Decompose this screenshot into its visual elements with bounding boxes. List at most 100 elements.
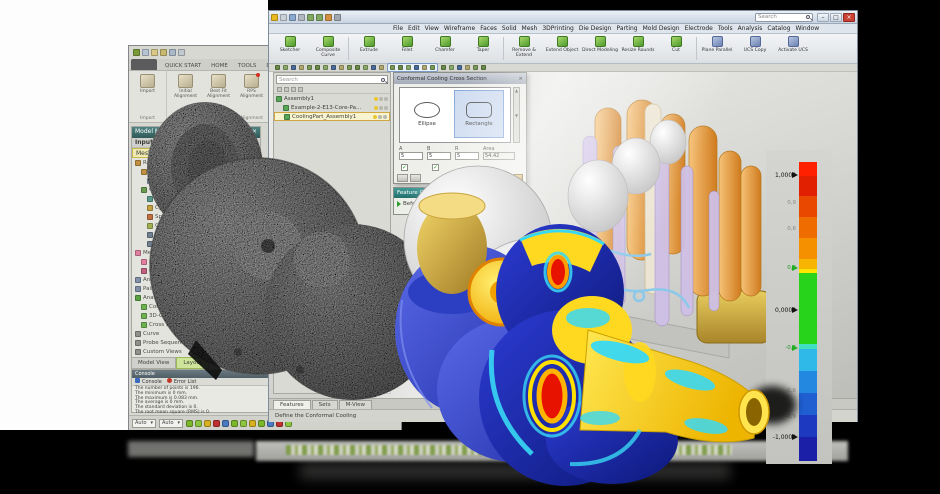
collapse-icon[interactable] — [291, 87, 296, 92]
field-input-r[interactable]: 5 — [455, 152, 479, 160]
assembly-search-input[interactable]: Search — [276, 75, 388, 84]
redo-icon[interactable] — [169, 49, 176, 56]
tree-item-analysis[interactable]: Analysis — [132, 293, 260, 302]
tool-icon-24[interactable] — [473, 65, 478, 70]
tool-icon-19[interactable] — [430, 65, 435, 70]
menu-electrode[interactable]: Electrode — [685, 25, 713, 32]
save-icon[interactable] — [142, 49, 149, 56]
status-icon-1[interactable] — [195, 420, 202, 427]
tool-icon-21[interactable] — [449, 65, 454, 70]
close-button[interactable]: × — [843, 13, 855, 22]
status-icon-4[interactable] — [222, 420, 229, 427]
tool-icon-3[interactable] — [299, 65, 304, 70]
ribbon-button-sketcher[interactable]: Sketcher — [271, 35, 309, 62]
print-icon[interactable] — [298, 14, 305, 21]
tab-mview[interactable]: M-View — [339, 400, 372, 409]
ribbon-button-fillet[interactable]: Fillet — [388, 35, 426, 62]
tree-item-pairing[interactable]: Pairing — [132, 284, 260, 293]
refresh-icon[interactable] — [325, 14, 332, 21]
menu-parting[interactable]: Parting — [616, 25, 637, 32]
new-icon[interactable] — [280, 14, 287, 21]
tree-item-sphere1[interactable]: Sphere1 — [132, 212, 260, 221]
dialog-close-icon[interactable]: × — [518, 76, 523, 82]
tree-item-curve[interactable]: Curve — [132, 329, 260, 338]
tree-item-mesh[interactable]: Mesh — [132, 257, 260, 266]
tree-item-angle[interactable]: Angle — [132, 275, 260, 284]
ribbon-button-import[interactable]: Import — [131, 73, 164, 115]
tab-features[interactable]: Features — [273, 400, 311, 409]
ribbon-button-best-fit-alignment[interactable]: Best Fit Alignment — [202, 73, 235, 115]
field-input-b[interactable]: 5 — [427, 152, 451, 160]
tree-item-reference-data[interactable]: Reference Data — [132, 167, 260, 176]
tree-item-color-map[interactable]: Color Map — [132, 302, 260, 311]
dialog-scrollbar[interactable]: ▲▼ — [513, 87, 520, 143]
filter-icon[interactable] — [277, 87, 282, 92]
tool-icon-17[interactable] — [414, 65, 419, 70]
tab-sets[interactable]: Sets — [312, 400, 338, 409]
exit-button[interactable] — [514, 174, 523, 182]
undo-icon[interactable] — [160, 49, 167, 56]
tool-icon-1[interactable] — [283, 65, 288, 70]
tool-icon-20[interactable] — [441, 65, 446, 70]
tree-item-cone1[interactable]: Cone1 — [132, 221, 260, 230]
tool-icon-2[interactable] — [291, 65, 296, 70]
ribbon-button-direct-modeling[interactable]: Direct Modeling — [581, 35, 619, 62]
menu-wireframe[interactable]: Wireframe — [444, 25, 475, 32]
error-list-tab[interactable]: Error List — [167, 378, 197, 385]
tool-icon-22[interactable] — [457, 65, 462, 70]
tree-item-constructed-geometry[interactable]: Constructed Geometry — [132, 185, 260, 194]
tool-icon-15[interactable] — [398, 65, 403, 70]
field-input-a[interactable]: 5 — [399, 152, 423, 160]
menu-catalog[interactable]: Catalog — [767, 25, 790, 32]
home-icon[interactable] — [271, 14, 278, 21]
settings-icon[interactable] — [334, 14, 341, 21]
ok-button[interactable]: ✓ — [495, 174, 502, 183]
tree-item-cross-section[interactable]: Cross Section — [132, 320, 260, 329]
redo-icon[interactable] — [316, 14, 323, 21]
minimize-button[interactable]: – — [817, 13, 829, 22]
tool-icon-0[interactable] — [275, 65, 280, 70]
ribbon-button-rps-alignment[interactable]: RPS Alignment — [235, 73, 268, 115]
settings-icon[interactable] — [178, 49, 185, 56]
status-icon-0[interactable] — [186, 420, 193, 427]
ribbon-button-chamfer[interactable]: Chamfer — [426, 35, 464, 62]
tool-icon-10[interactable] — [355, 65, 360, 70]
ribbon-button-extend-object[interactable]: Extend Object — [543, 35, 581, 62]
app-logo-icon[interactable] — [133, 49, 140, 56]
menu-view[interactable]: View — [425, 25, 439, 32]
tool-icon-25[interactable] — [481, 65, 486, 70]
tree-item-cylinder1[interactable]: Cylinder1 — [132, 203, 260, 212]
ribbon-button-ucs-copy[interactable]: UCS Copy — [736, 35, 774, 62]
ribbon-button-activate-ucs[interactable]: Activate UCS — [774, 35, 812, 62]
menu-analysis[interactable]: Analysis — [738, 25, 763, 32]
tree-item-design[interactable]: design — [132, 176, 260, 185]
ribbon-button-resize-rounds[interactable]: Resize Rounds — [619, 35, 657, 62]
console-tab[interactable]: Console — [135, 378, 162, 385]
view-tab-model-view[interactable]: Model View — [131, 357, 176, 369]
tab-quick-start[interactable]: QUICK START — [160, 61, 206, 70]
undo-icon[interactable] — [307, 14, 314, 21]
open-icon[interactable] — [151, 49, 158, 56]
ribbon-button-extrude[interactable]: Extrude — [350, 35, 388, 62]
apply-button[interactable]: ≤ — [505, 174, 511, 182]
tool-icon-4[interactable] — [307, 65, 312, 70]
panel-close-icon[interactable]: × — [252, 128, 257, 137]
tab-home[interactable]: HOME — [206, 61, 233, 70]
tool-icon-23[interactable] — [465, 65, 470, 70]
menu-mold-design[interactable]: Mold Design — [643, 25, 680, 32]
tool-icon-9[interactable] — [347, 65, 352, 70]
tree-item-custom-views[interactable]: Custom Views — [132, 347, 260, 356]
tree-item-compare[interactable]: Compare — [132, 266, 260, 275]
ribbon-button-remove-extend[interactable]: Remove & Extend — [505, 35, 543, 62]
tree-item-3d-gd-t[interactable]: 3D-GD&T — [132, 311, 260, 320]
menu-solid[interactable]: Solid — [502, 25, 517, 32]
shape-option-ellipse[interactable]: Ellipse — [402, 90, 452, 138]
app-menu-button[interactable] — [131, 59, 157, 70]
tree-item-point1[interactable]: Point1 — [132, 239, 260, 248]
status-icon-3[interactable] — [213, 420, 220, 427]
menu-window[interactable]: Window — [795, 25, 819, 32]
search-box[interactable]: Search — [755, 13, 813, 22]
tree-item-measurement[interactable]: Measurement — [132, 248, 260, 257]
view-tab-layout[interactable]: Layout — [176, 357, 209, 369]
ribbon-button-taper[interactable]: Taper — [464, 35, 502, 62]
